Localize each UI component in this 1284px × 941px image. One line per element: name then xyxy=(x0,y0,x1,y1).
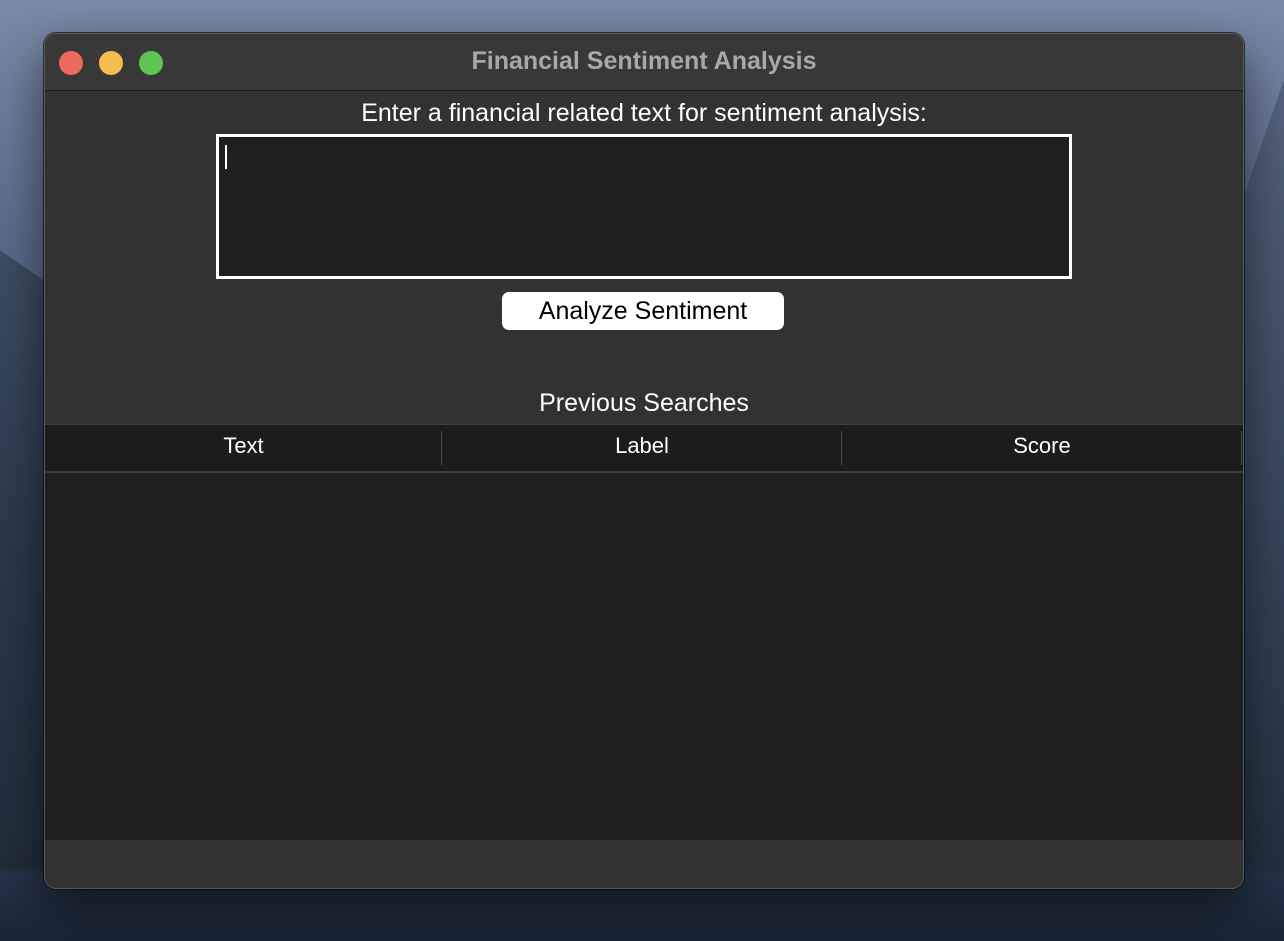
column-header-text[interactable]: Text xyxy=(45,425,442,471)
table-header: Text Label Score xyxy=(45,425,1243,473)
app-window: Financial Sentiment Analysis Enter a fin… xyxy=(44,33,1244,889)
table-body xyxy=(45,473,1243,840)
analyze-sentiment-button[interactable]: Analyze Sentiment xyxy=(502,292,784,330)
column-separator[interactable] xyxy=(1241,431,1242,465)
window-title: Financial Sentiment Analysis xyxy=(471,47,817,75)
column-header-score[interactable]: Score xyxy=(842,425,1242,471)
input-prompt-label: Enter a financial related text for senti… xyxy=(361,99,927,127)
previous-searches-table[interactable]: Text Label Score xyxy=(45,424,1243,840)
title-bar: Financial Sentiment Analysis xyxy=(45,34,1243,91)
previous-searches-title: Previous Searches xyxy=(539,389,749,417)
column-header-label[interactable]: Label xyxy=(442,425,842,471)
text-caret xyxy=(225,145,227,169)
window-footer xyxy=(45,840,1243,888)
financial-text-input[interactable] xyxy=(216,134,1072,279)
